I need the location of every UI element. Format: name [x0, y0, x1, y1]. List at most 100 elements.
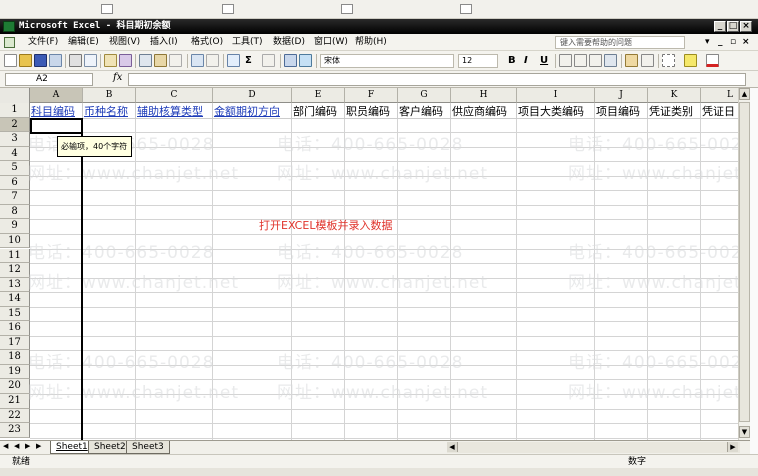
italic-button[interactable]: I: [524, 54, 528, 68]
close-button[interactable]: ×: [740, 21, 752, 32]
row-header-16[interactable]: 16: [0, 321, 30, 336]
help-dropdown-icon[interactable]: ▾: [705, 34, 710, 51]
formula-input[interactable]: [128, 73, 746, 86]
active-cell-a2[interactable]: [30, 118, 83, 134]
save-icon[interactable]: [34, 54, 47, 67]
row-header-11[interactable]: 11: [0, 248, 30, 264]
doc-minimize-icon[interactable]: _: [718, 34, 723, 51]
doc-restore-icon[interactable]: ▫: [730, 34, 736, 51]
chart-wizard-icon[interactable]: [284, 54, 297, 67]
align-left-icon[interactable]: [559, 54, 572, 67]
column-header-i[interactable]: I: [517, 88, 595, 103]
tab-sheet3[interactable]: Sheet3: [126, 441, 170, 454]
column-header-j[interactable]: J: [595, 88, 648, 103]
currency-icon[interactable]: [625, 54, 638, 67]
next-sheet-icon[interactable]: ▶: [25, 442, 30, 450]
row-header-14[interactable]: 14: [0, 292, 30, 307]
header-cell-f[interactable]: 职员编码: [345, 103, 398, 119]
header-cell-g[interactable]: 客户编码: [398, 103, 451, 119]
font-color-icon[interactable]: [706, 54, 719, 67]
header-cell-c[interactable]: 辅助核算类型: [136, 103, 213, 119]
menu-view[interactable]: 视图(V): [109, 34, 140, 51]
name-box[interactable]: A2: [5, 73, 93, 86]
research-icon[interactable]: [119, 54, 132, 67]
row-header-17[interactable]: 17: [0, 335, 30, 351]
row-header-7[interactable]: 7: [0, 190, 30, 205]
column-header-a[interactable]: A: [30, 88, 83, 103]
menu-help[interactable]: 帮助(H): [355, 34, 387, 51]
column-header-h[interactable]: H: [451, 88, 517, 103]
align-right-icon[interactable]: [589, 54, 602, 67]
minimize-button[interactable]: _: [714, 21, 726, 32]
row-header-18[interactable]: 18: [0, 350, 30, 365]
help-icon[interactable]: [299, 54, 312, 67]
format-painter-icon[interactable]: [169, 54, 182, 67]
column-header-f[interactable]: F: [345, 88, 398, 103]
scroll-left-icon[interactable]: ◀: [447, 442, 458, 452]
scroll-down-icon[interactable]: ▼: [739, 426, 750, 438]
header-cell-a[interactable]: 科目编码: [30, 103, 83, 119]
column-header-c[interactable]: C: [136, 88, 213, 103]
hyperlink-icon[interactable]: [227, 54, 240, 67]
row-header-15[interactable]: 15: [0, 306, 30, 322]
row-header-8[interactable]: 8: [0, 204, 30, 220]
row-header-12[interactable]: 12: [0, 263, 30, 278]
print-preview-icon[interactable]: [84, 54, 97, 67]
scroll-thumb[interactable]: [739, 102, 750, 422]
worksheet-grid[interactable]: A B C D E F G H I J K L 1 2 3 4 5 6 7 8 9 10 11 12 13 14 15 16 17 18 1…: [0, 88, 749, 440]
row-header-9[interactable]: 9: [0, 219, 30, 234]
menu-edit[interactable]: 编辑(E): [68, 34, 99, 51]
menu-tools[interactable]: 工具(T): [232, 34, 263, 51]
fill-color-icon[interactable]: [684, 54, 697, 67]
bold-button[interactable]: B: [508, 54, 516, 68]
row-header-6[interactable]: 6: [0, 175, 30, 191]
row-header-21[interactable]: 21: [0, 394, 30, 409]
borders-icon[interactable]: [662, 54, 675, 67]
sort-ascending-icon[interactable]: [262, 54, 275, 67]
header-cell-b[interactable]: 币种名称: [83, 103, 136, 119]
font-name-select[interactable]: 宋体: [320, 54, 454, 68]
column-header-b[interactable]: B: [83, 88, 136, 103]
scroll-up-icon[interactable]: ▲: [739, 88, 750, 100]
open-icon[interactable]: [19, 54, 32, 67]
permission-icon[interactable]: [49, 54, 62, 67]
column-header-d[interactable]: D: [213, 88, 292, 103]
menu-insert[interactable]: 插入(I): [150, 34, 178, 51]
maximize-button[interactable]: □: [727, 21, 739, 32]
doc-close-icon[interactable]: ×: [742, 34, 750, 51]
prev-sheet-icon[interactable]: ◀: [14, 442, 19, 450]
header-cell-k[interactable]: 凭证类别: [648, 103, 701, 119]
column-header-k[interactable]: K: [648, 88, 701, 103]
row-header-5[interactable]: 5: [0, 161, 30, 176]
header-cell-d[interactable]: 金额期初方向: [213, 103, 292, 119]
last-sheet-icon[interactable]: ▶: [36, 442, 41, 450]
row-header-22[interactable]: 22: [0, 408, 30, 424]
vertical-scrollbar[interactable]: ▲ ▼: [738, 88, 750, 440]
redo-icon[interactable]: [206, 54, 219, 67]
menu-file[interactable]: 文件(F): [28, 34, 58, 51]
header-cell-j[interactable]: 项目编码: [595, 103, 648, 119]
row-header-2[interactable]: 2: [0, 117, 30, 133]
autosum-icon[interactable]: Σ: [245, 54, 252, 68]
help-search-input[interactable]: 键入需要帮助的问题: [555, 36, 685, 49]
row-header-1[interactable]: 1: [0, 103, 30, 118]
undo-icon[interactable]: [191, 54, 204, 67]
row-header-3[interactable]: 3: [0, 132, 30, 147]
horizontal-scrollbar[interactable]: ◀ ▶: [447, 442, 740, 453]
align-center-icon[interactable]: [574, 54, 587, 67]
row-header-4[interactable]: 4: [0, 146, 30, 162]
copy-icon[interactable]: [139, 54, 152, 67]
row-header-10[interactable]: 10: [0, 233, 30, 249]
merge-center-icon[interactable]: [604, 54, 617, 67]
header-cell-e[interactable]: 部门编码: [292, 103, 345, 119]
header-cell-i[interactable]: 项目大类编码: [517, 103, 595, 119]
column-header-e[interactable]: E: [292, 88, 345, 103]
row-header-19[interactable]: 19: [0, 364, 30, 380]
spelling-icon[interactable]: [104, 54, 117, 67]
insert-function-icon[interactable]: fx: [113, 72, 122, 83]
row-header-13[interactable]: 13: [0, 277, 30, 293]
menu-format[interactable]: 格式(O): [191, 34, 223, 51]
menu-data[interactable]: 数据(D): [273, 34, 305, 51]
menu-window[interactable]: 窗口(W): [314, 34, 348, 51]
scroll-right-icon[interactable]: ▶: [727, 442, 738, 452]
